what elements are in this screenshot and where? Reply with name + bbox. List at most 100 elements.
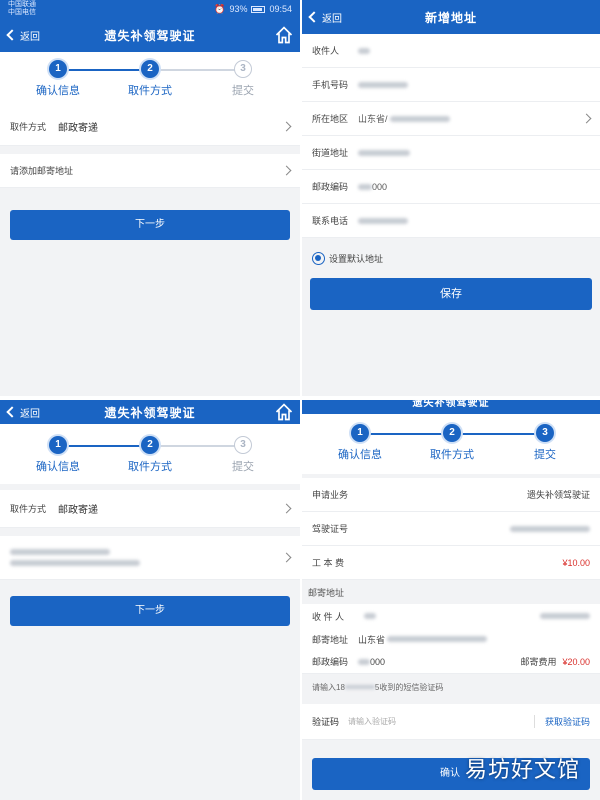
mail-postcode-value: 000 <box>370 656 386 667</box>
region-field[interactable]: 所在地区 山东省/ <box>302 102 600 136</box>
fee-value: ¥10.00 <box>562 557 590 568</box>
recipient-label: 收件人 <box>312 46 340 56</box>
phone-value-blurred <box>358 81 408 88</box>
add-address-row[interactable]: 请添加邮寄地址 <box>0 154 300 188</box>
postcode-label: 邮政编码 <box>312 182 349 192</box>
postcode-field[interactable]: 邮政编码 000 <box>302 170 600 204</box>
recipient-value-blurred <box>358 47 370 54</box>
back-label: 返回 <box>20 408 40 420</box>
mail-postcode-label: 邮政编码 <box>312 657 349 667</box>
contact-phone-label: 联系电话 <box>312 216 349 226</box>
pickup-method-row[interactable]: 取件方式 邮政寄递 <box>0 108 300 146</box>
back-button[interactable]: 返回 <box>0 28 40 43</box>
back-button[interactable]: 返回 <box>302 10 342 25</box>
step-2-circle: 2 <box>141 436 159 454</box>
get-code-button[interactable]: 获取验证码 <box>533 715 590 728</box>
postage-label: 邮寄费用 <box>520 657 557 667</box>
step-1-circle: 1 <box>49 436 67 454</box>
battery-percent: 93% <box>229 4 248 14</box>
mail-section-header: 邮寄地址 <box>308 587 345 598</box>
panel-confirm-submit: 遗失补领驾驶证 1 确认信息 2 取件方式 3 提交 申请业务 遗失补领驾驶证 驾驶证… <box>302 400 600 800</box>
chevron-left-icon <box>6 29 18 41</box>
nav-bar: 返回 遗失补领驾驶证 <box>0 18 300 52</box>
chevron-right-icon <box>281 165 292 176</box>
mail-postcode-blurred <box>358 658 370 665</box>
clock: 09:54 <box>269 4 292 14</box>
chevron-right-icon <box>281 503 292 514</box>
step-1-circle: 1 <box>351 424 369 442</box>
step-3-label: 提交 <box>232 85 254 97</box>
step-3-label: 提交 <box>232 461 254 473</box>
step-2-circle: 2 <box>141 60 159 78</box>
nav-bar: 遗失补领驾驶证 <box>302 400 600 414</box>
mail-address-label: 邮寄地址 <box>312 634 349 645</box>
step-2-circle: 2 <box>443 424 461 442</box>
phone-label: 手机号码 <box>312 80 349 90</box>
alarm-icon: ⏰ <box>214 3 226 14</box>
back-button[interactable]: 返回 <box>0 405 40 420</box>
status-bar: 中国联通 中国电信 ⏰ 93% 09:54 <box>0 0 300 18</box>
fee-row: 工 本 费 ¥10.00 <box>302 546 600 580</box>
pickup-method-label: 取件方式 <box>10 504 47 514</box>
business-row: 申请业务 遗失补领驾驶证 <box>302 478 600 512</box>
next-button[interactable]: 下一步 <box>10 210 290 240</box>
save-button[interactable]: 保存 <box>310 278 592 310</box>
panel-pickup-method-empty: 中国联通 中国电信 ⏰ 93% 09:54 返回 遗失补领驾驶证 1 确认信息 2… <box>0 0 300 396</box>
chevron-right-icon <box>281 121 292 132</box>
radio-checked-icon[interactable] <box>312 251 325 265</box>
next-button[interactable]: 下一步 <box>10 596 290 626</box>
default-address-toggle[interactable]: 设置默认地址 <box>302 238 600 278</box>
street-value-blurred <box>358 149 410 156</box>
selected-address-row[interactable] <box>0 536 300 580</box>
step-1-label: 确认信息 <box>36 461 80 473</box>
mail-recipient-row: 收 件 人 <box>302 604 600 628</box>
mail-recipient-blurred <box>364 613 377 619</box>
postage-value: ¥20.00 <box>562 656 590 667</box>
mail-postcode-row: 邮政编码 000 邮寄费用 ¥20.00 <box>302 650 600 674</box>
region-value-blurred <box>389 115 450 122</box>
chevron-left-icon <box>6 406 18 418</box>
page-title: 新增地址 <box>424 10 477 25</box>
contact-phone-field[interactable]: 联系电话 <box>302 204 600 238</box>
business-value: 遗失补领驾驶证 <box>526 490 590 500</box>
sms-hint-prefix: 请输入18 <box>312 682 345 692</box>
address-line-2-blurred <box>10 560 140 566</box>
sms-hint-suffix: 5收到的短信验证码 <box>374 682 444 692</box>
pickup-method-row[interactable]: 取件方式 邮政寄递 <box>0 490 300 528</box>
address-line-1-blurred <box>10 549 110 555</box>
step-indicator: 1 确认信息 2 取件方式 3 提交 <box>302 414 600 474</box>
street-field[interactable]: 街道地址 <box>302 136 600 170</box>
chevron-left-icon <box>308 11 320 23</box>
page-title: 遗失补领驾驶证 <box>412 400 490 409</box>
verification-code-label: 验证码 <box>312 717 340 727</box>
step-3-label: 提交 <box>534 449 556 461</box>
default-address-label: 设置默认地址 <box>329 253 384 264</box>
pickup-method-value: 邮政寄递 <box>58 505 98 516</box>
add-address-label: 请添加邮寄地址 <box>10 166 74 176</box>
recipient-field[interactable]: 收件人 <box>302 34 600 68</box>
home-icon[interactable] <box>274 402 294 422</box>
chevron-right-icon <box>581 113 592 124</box>
contact-phone-value-blurred <box>358 217 408 224</box>
step-indicator: 1 确认信息 2 取件方式 3 提交 <box>0 52 300 108</box>
step-1-circle: 1 <box>49 60 67 78</box>
home-icon[interactable] <box>274 25 294 45</box>
mail-address-value: 山东省 <box>358 634 386 645</box>
verification-code-input[interactable]: 请输入验证码 <box>348 716 396 727</box>
step-2-label: 取件方式 <box>128 85 172 97</box>
step-2-label: 取件方式 <box>430 449 474 461</box>
nav-bar: 返回 遗失补领驾驶证 <box>0 400 300 424</box>
step-1-label: 确认信息 <box>338 449 382 461</box>
mail-recipient-label: 收 件 人 <box>312 611 345 622</box>
carrier-2: 中国电信 <box>8 9 36 16</box>
phone-field[interactable]: 手机号码 <box>302 68 600 102</box>
step-3-circle: 3 <box>536 424 554 442</box>
region-label: 所在地区 <box>312 114 349 124</box>
back-label: 返回 <box>322 13 342 25</box>
step-3-circle: 3 <box>234 436 252 454</box>
postcode-value-blurred <box>358 183 372 190</box>
fee-label: 工 本 费 <box>312 558 345 568</box>
step-indicator: 1 确认信息 2 取件方式 3 提交 <box>0 424 300 484</box>
mail-phone-blurred <box>540 613 590 619</box>
business-label: 申请业务 <box>312 490 349 500</box>
